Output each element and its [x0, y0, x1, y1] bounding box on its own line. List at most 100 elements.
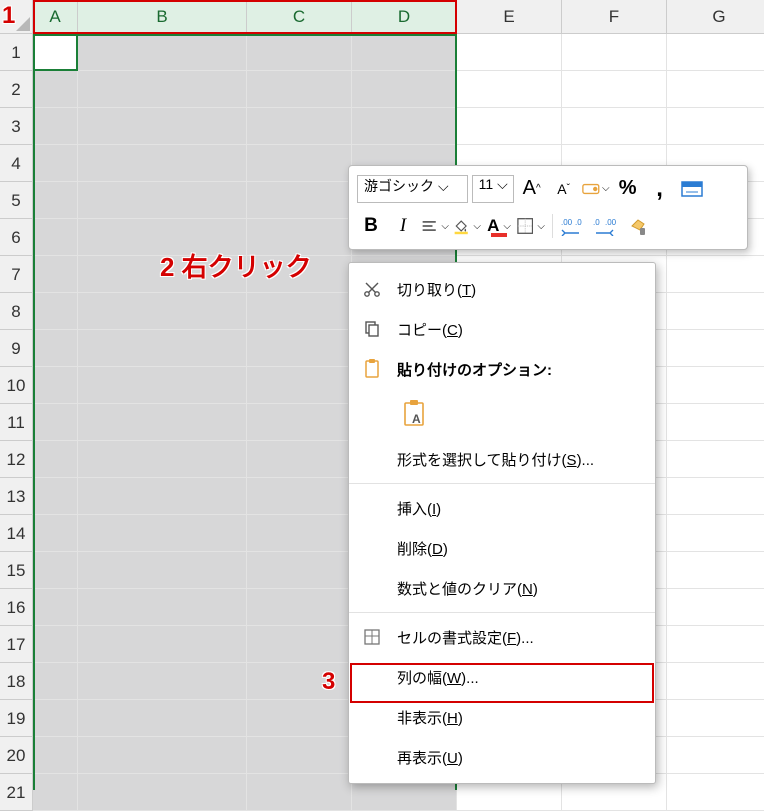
row-header-6[interactable]: 6 [0, 219, 33, 256]
cell-C20[interactable] [247, 737, 352, 774]
row-header-20[interactable]: 20 [0, 737, 33, 774]
cell-A14[interactable] [33, 515, 78, 552]
cell-C2[interactable] [247, 71, 352, 108]
cell-G10[interactable] [667, 367, 764, 404]
cell-A17[interactable] [33, 626, 78, 663]
cell-C4[interactable] [247, 145, 352, 182]
cell-B1[interactable] [78, 34, 247, 71]
cell-A10[interactable] [33, 367, 78, 404]
cell-B7[interactable] [78, 256, 247, 293]
cell-C10[interactable] [247, 367, 352, 404]
cell-D3[interactable] [352, 108, 457, 145]
cell-G7[interactable] [667, 256, 764, 293]
cell-E3[interactable] [457, 108, 562, 145]
cell-B16[interactable] [78, 589, 247, 626]
cell-C19[interactable] [247, 700, 352, 737]
cell-C21[interactable] [247, 774, 352, 811]
comma-format-icon[interactable]: , [646, 175, 674, 203]
cell-C7[interactable] [247, 256, 352, 293]
cell-F1[interactable] [562, 34, 667, 71]
conditional-format-icon[interactable] [678, 175, 706, 203]
column-header-E[interactable]: E [457, 0, 562, 34]
cell-B3[interactable] [78, 108, 247, 145]
menu-format-cells[interactable]: セルの書式設定(F)... [349, 617, 655, 657]
menu-paste-special[interactable]: 形式を選択して貼り付け(S)... [349, 439, 655, 479]
italic-button[interactable]: I [389, 212, 417, 240]
row-header-21[interactable]: 21 [0, 774, 33, 811]
row-header-17[interactable]: 17 [0, 626, 33, 663]
row-header-3[interactable]: 3 [0, 108, 33, 145]
cell-G15[interactable] [667, 552, 764, 589]
cell-G20[interactable] [667, 737, 764, 774]
cell-A13[interactable] [33, 478, 78, 515]
cell-A3[interactable] [33, 108, 78, 145]
cell-C15[interactable] [247, 552, 352, 589]
column-header-B[interactable]: B [78, 0, 247, 34]
cell-B14[interactable] [78, 515, 247, 552]
menu-delete[interactable]: 削除(D) [349, 528, 655, 568]
active-cell[interactable] [33, 34, 78, 71]
increase-font-icon[interactable]: A^ [518, 175, 546, 203]
cell-A18[interactable] [33, 663, 78, 700]
cell-C6[interactable] [247, 219, 352, 256]
column-header-G[interactable]: G [667, 0, 764, 34]
cell-F3[interactable] [562, 108, 667, 145]
border-button[interactable]: ⌵ [517, 212, 545, 240]
percent-format-icon[interactable]: % [614, 175, 642, 203]
font-color-button[interactable]: A ⌵ [485, 212, 513, 240]
cell-G3[interactable] [667, 108, 764, 145]
cell-G18[interactable] [667, 663, 764, 700]
column-header-A[interactable]: A [33, 0, 78, 34]
format-painter-icon[interactable] [624, 212, 652, 240]
cell-G19[interactable] [667, 700, 764, 737]
cell-A20[interactable] [33, 737, 78, 774]
row-header-18[interactable]: 18 [0, 663, 33, 700]
cell-C9[interactable] [247, 330, 352, 367]
row-header-19[interactable]: 19 [0, 700, 33, 737]
select-all-corner[interactable] [0, 0, 33, 34]
cell-A4[interactable] [33, 145, 78, 182]
menu-column-width[interactable]: 列の幅(W)... [349, 657, 655, 697]
menu-copy[interactable]: コピー(C) [349, 309, 655, 349]
cell-B4[interactable] [78, 145, 247, 182]
cell-B18[interactable] [78, 663, 247, 700]
cell-C8[interactable] [247, 293, 352, 330]
cell-B2[interactable] [78, 71, 247, 108]
accounting-format-icon[interactable]: ⌵ [582, 175, 610, 203]
cell-G16[interactable] [667, 589, 764, 626]
cell-C11[interactable] [247, 404, 352, 441]
font-size-select[interactable]: 11⌵ [472, 175, 514, 203]
menu-hide[interactable]: 非表示(H) [349, 697, 655, 737]
cell-B21[interactable] [78, 774, 247, 811]
row-header-13[interactable]: 13 [0, 478, 33, 515]
cell-D1[interactable] [352, 34, 457, 71]
cell-C14[interactable] [247, 515, 352, 552]
cell-G12[interactable] [667, 441, 764, 478]
cell-E2[interactable] [457, 71, 562, 108]
cell-C1[interactable] [247, 34, 352, 71]
cell-G8[interactable] [667, 293, 764, 330]
bold-button[interactable]: B [357, 212, 385, 240]
decrease-decimal-icon[interactable]: .0.00 [592, 212, 620, 240]
row-header-14[interactable]: 14 [0, 515, 33, 552]
row-header-11[interactable]: 11 [0, 404, 33, 441]
cell-B17[interactable] [78, 626, 247, 663]
menu-cut[interactable]: 切り取り(T) [349, 269, 655, 309]
cell-A15[interactable] [33, 552, 78, 589]
cell-E1[interactable] [457, 34, 562, 71]
cell-A5[interactable] [33, 182, 78, 219]
row-header-12[interactable]: 12 [0, 441, 33, 478]
row-header-4[interactable]: 4 [0, 145, 33, 182]
column-header-C[interactable]: C [247, 0, 352, 34]
cell-B5[interactable] [78, 182, 247, 219]
column-header-D[interactable]: D [352, 0, 457, 34]
cell-C13[interactable] [247, 478, 352, 515]
cell-B10[interactable] [78, 367, 247, 404]
cell-C17[interactable] [247, 626, 352, 663]
cell-G21[interactable] [667, 774, 764, 811]
cell-D2[interactable] [352, 71, 457, 108]
cell-C12[interactable] [247, 441, 352, 478]
cell-B20[interactable] [78, 737, 247, 774]
cell-A6[interactable] [33, 219, 78, 256]
cell-A12[interactable] [33, 441, 78, 478]
